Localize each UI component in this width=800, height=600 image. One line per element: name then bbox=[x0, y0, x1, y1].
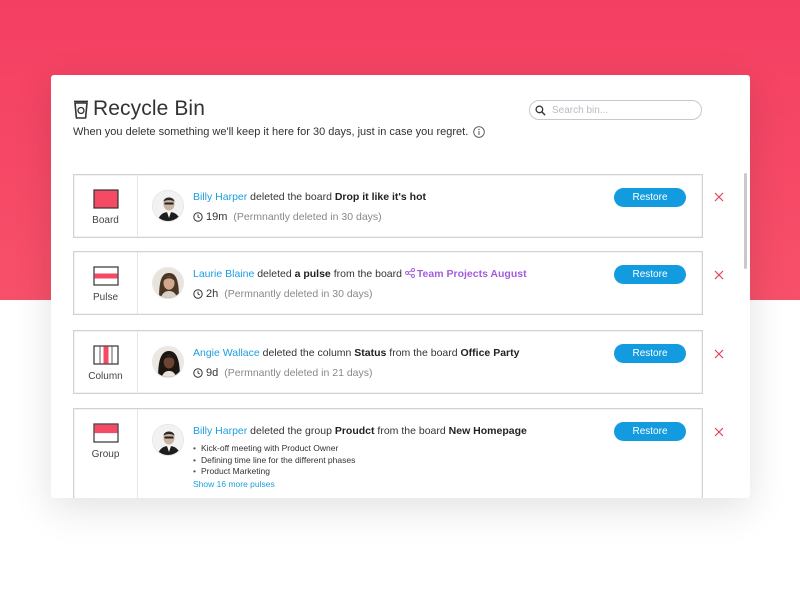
board-name: New Homepage bbox=[448, 425, 527, 437]
info-icon[interactable] bbox=[473, 126, 486, 138]
item-meta: 9d (Permnantly deleted in 21 days) bbox=[193, 367, 373, 379]
group-icon bbox=[92, 423, 119, 443]
item-description: Angie Wallace deleted the column Status … bbox=[193, 347, 519, 359]
item-meta: 19m (Permnantly deleted in 30 days) bbox=[193, 211, 382, 223]
action-text: deleted the column bbox=[259, 347, 355, 359]
search-icon bbox=[535, 104, 546, 116]
target-name: a pulse bbox=[294, 268, 331, 280]
share-icon bbox=[404, 268, 415, 278]
avatar bbox=[152, 346, 184, 378]
deleted-age: 9d bbox=[206, 367, 219, 379]
bin-item-pulse: Pulse Laurie Blaine deleted a pulse from… bbox=[73, 251, 703, 315]
item-type-cell: Group bbox=[74, 409, 138, 498]
deleted-age: 19m bbox=[206, 211, 228, 223]
close-icon[interactable] bbox=[713, 426, 725, 438]
item-meta: 2h (Permnantly deleted in 30 days) bbox=[193, 288, 373, 300]
permanent-delete-note: (Permnantly deleted in 30 days) bbox=[233, 211, 382, 223]
item-type-cell: Column bbox=[74, 331, 138, 393]
action-text-2: from the board bbox=[386, 347, 461, 359]
action-text: deleted bbox=[254, 268, 295, 280]
restore-button[interactable]: Restore bbox=[614, 344, 686, 363]
item-description: Laurie Blaine deleted a pulse from the b… bbox=[193, 268, 527, 280]
bin-item-column: Column Angie Wallace deleted the column … bbox=[73, 330, 703, 394]
list-item: Defining time line for the different pha… bbox=[193, 455, 355, 467]
permanent-delete-note: (Permnantly deleted in 30 days) bbox=[224, 288, 373, 300]
bin-item-group: Group Billy Harper deleted the group Pro… bbox=[73, 408, 703, 498]
close-icon[interactable] bbox=[713, 191, 725, 203]
show-more-pulses-link[interactable]: Show 16 more pulses bbox=[193, 479, 275, 489]
action-text: deleted the board bbox=[247, 191, 335, 203]
item-type-cell: Board bbox=[74, 175, 138, 237]
item-description: Billy Harper deleted the group Proudct f… bbox=[193, 425, 527, 437]
recycle-bin-icon bbox=[74, 100, 88, 119]
deleted-age: 2h bbox=[206, 288, 219, 300]
clock-icon bbox=[193, 212, 203, 222]
user-link[interactable]: Billy Harper bbox=[193, 425, 247, 437]
permanent-delete-note: (Permnantly deleted in 21 days) bbox=[224, 367, 373, 379]
target-name: Proudct bbox=[334, 425, 375, 437]
action-text: deleted the group bbox=[247, 425, 335, 437]
user-link[interactable]: Billy Harper bbox=[193, 191, 247, 203]
avatar bbox=[152, 424, 184, 456]
close-icon[interactable] bbox=[713, 348, 725, 360]
recycle-bin-panel: Recycle Bin When you delete something we… bbox=[51, 75, 750, 498]
action-text-2: from the board bbox=[330, 268, 405, 280]
list-item: Product Marketing bbox=[193, 466, 355, 478]
user-link[interactable]: Angie Wallace bbox=[193, 347, 260, 359]
avatar bbox=[152, 190, 184, 222]
item-description: Billy Harper deleted the board Drop it l… bbox=[193, 191, 426, 203]
page-title: Recycle Bin bbox=[93, 97, 205, 120]
subtitle-text: When you delete something we'll keep it … bbox=[73, 126, 469, 138]
title-row: Recycle Bin bbox=[73, 97, 205, 121]
restore-button[interactable]: Restore bbox=[614, 422, 686, 441]
avatar bbox=[152, 267, 184, 299]
clock-icon bbox=[193, 368, 203, 378]
board-name: Office Party bbox=[460, 347, 520, 359]
user-link[interactable]: Laurie Blaine bbox=[193, 268, 254, 280]
bin-item-board: Board Billy Harper deleted the board Dro… bbox=[73, 174, 703, 238]
page-subtitle: When you delete something we'll keep it … bbox=[73, 126, 486, 138]
target-name: Status bbox=[354, 347, 387, 359]
pulse-icon bbox=[92, 266, 119, 286]
deleted-pulses-list: Kick-off meeting with Product Owner Defi… bbox=[193, 443, 355, 478]
restore-button[interactable]: Restore bbox=[614, 265, 686, 284]
item-type-label: Board bbox=[92, 215, 119, 226]
clock-icon bbox=[193, 289, 203, 299]
item-type-cell: Pulse bbox=[74, 252, 138, 314]
scrollbar[interactable] bbox=[744, 173, 747, 269]
search-input[interactable] bbox=[552, 104, 692, 116]
restore-button[interactable]: Restore bbox=[614, 188, 686, 207]
target-name: Drop it like it's hot bbox=[334, 191, 427, 203]
search-box[interactable] bbox=[529, 100, 702, 120]
board-icon bbox=[92, 189, 119, 209]
item-type-label: Column bbox=[88, 371, 123, 382]
column-icon bbox=[92, 345, 119, 365]
list-item: Kick-off meeting with Product Owner bbox=[193, 443, 355, 455]
board-link[interactable]: Team Projects August bbox=[417, 268, 527, 280]
item-type-label: Pulse bbox=[92, 292, 118, 303]
item-type-label: Group bbox=[91, 449, 120, 460]
action-text-2: from the board bbox=[374, 425, 449, 437]
close-icon[interactable] bbox=[713, 269, 725, 281]
